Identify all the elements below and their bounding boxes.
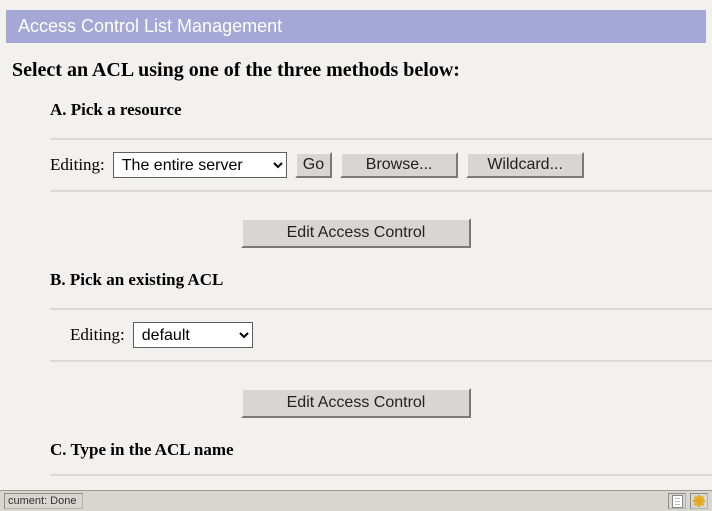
status-text: cument: Done — [4, 493, 83, 509]
divider — [50, 190, 712, 192]
section-b-edit-row: Edit Access Control — [0, 370, 712, 436]
section-a-row: Editing: The entire server Go Browse... … — [0, 148, 712, 186]
section-a-edit-row: Edit Access Control — [0, 200, 712, 266]
divider — [50, 474, 712, 476]
page-title: Access Control List Management — [18, 16, 282, 36]
divider — [50, 360, 712, 362]
section-b-row: Editing: default — [0, 318, 712, 356]
status-right — [668, 493, 708, 509]
go-button[interactable]: Go — [295, 152, 332, 178]
browse-button[interactable]: Browse... — [340, 152, 458, 178]
divider — [50, 308, 712, 310]
page-title-bar: Access Control List Management — [6, 10, 706, 43]
status-doc-icon — [668, 493, 686, 509]
edit-access-control-a-button[interactable]: Edit Access Control — [241, 218, 471, 248]
edit-access-control-b-button[interactable]: Edit Access Control — [241, 388, 471, 418]
resource-select[interactable]: The entire server — [113, 152, 287, 178]
section-a-heading: A. Pick a resource — [0, 96, 712, 134]
section-c-heading: C. Type in the ACL name — [0, 436, 712, 474]
editing-label-b: Editing: — [70, 325, 125, 345]
subtitle: Select an ACL using one of the three met… — [0, 51, 712, 96]
editing-label-a: Editing: — [50, 155, 105, 175]
status-sun-icon — [690, 493, 708, 509]
wildcard-button[interactable]: Wildcard... — [466, 152, 584, 178]
section-b-heading: B. Pick an existing ACL — [0, 266, 712, 304]
acl-select[interactable]: default — [133, 322, 253, 348]
divider — [50, 138, 712, 140]
